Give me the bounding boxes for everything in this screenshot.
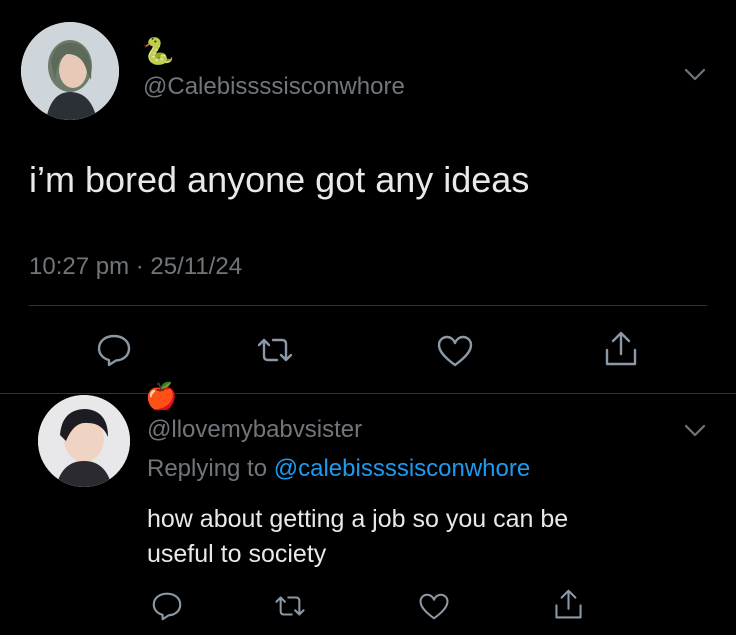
avatar-image bbox=[21, 22, 119, 120]
heart-icon[interactable] bbox=[418, 592, 450, 621]
avatar[interactable] bbox=[21, 22, 119, 120]
reply-text-line-1: how about getting a job so you can be bbox=[147, 505, 569, 533]
avatar[interactable] bbox=[38, 395, 130, 487]
display-name-emoji[interactable]: 🍎 bbox=[145, 381, 177, 411]
heart-icon[interactable] bbox=[436, 334, 474, 368]
reply-text-line-2: useful to society bbox=[147, 540, 327, 568]
divider bbox=[29, 305, 707, 306]
display-name-emoji[interactable]: 🐍 bbox=[142, 36, 174, 66]
replying-to: Replying to @calebissssisconwhore bbox=[147, 455, 530, 483]
tweet-text: i’m bored anyone got any ideas bbox=[29, 159, 530, 200]
chevron-down-icon[interactable] bbox=[684, 424, 706, 438]
replying-to-label: Replying to bbox=[147, 455, 268, 482]
retweet-icon[interactable] bbox=[255, 336, 295, 364]
replying-to-handle-link[interactable]: @calebissssisconwhore bbox=[274, 455, 530, 482]
reply-icon[interactable] bbox=[151, 591, 183, 621]
user-handle[interactable]: @llovemybabvsister bbox=[147, 416, 362, 444]
share-icon[interactable] bbox=[603, 330, 639, 368]
divider bbox=[0, 393, 736, 394]
tweet-timestamp[interactable]: 10:27 pm · 25/11/24 bbox=[29, 252, 242, 282]
share-icon[interactable] bbox=[553, 588, 584, 621]
chevron-down-icon[interactable] bbox=[684, 68, 706, 82]
retweet-icon[interactable] bbox=[273, 594, 307, 618]
reply-icon[interactable] bbox=[96, 333, 132, 367]
user-handle[interactable]: @Calebissssisconwhore bbox=[143, 73, 405, 101]
avatar-image bbox=[38, 395, 130, 487]
